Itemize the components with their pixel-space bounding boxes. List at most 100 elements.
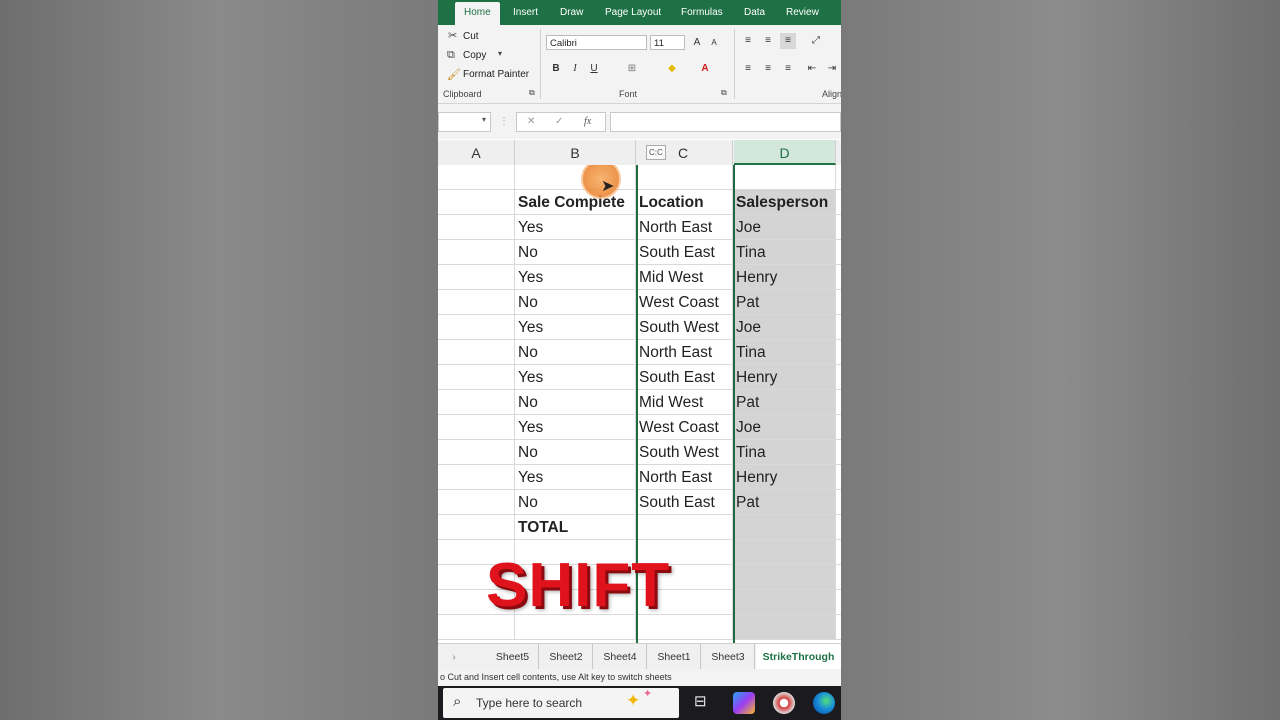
grow-font-icon[interactable]: A — [689, 35, 705, 51]
orientation-icon[interactable]: ⤢ — [808, 33, 824, 49]
table-cell[interactable]: No — [515, 490, 636, 515]
align-top-icon[interactable]: ≡ — [740, 33, 756, 49]
scroll-left-icon[interactable]: › — [444, 644, 464, 670]
grid-cell[interactable] — [836, 565, 841, 590]
insert-function-button[interactable]: fx — [584, 116, 591, 127]
grid-cell[interactable] — [438, 515, 515, 540]
table-cell[interactable]: No — [515, 240, 636, 265]
table-cell[interactable]: Joe — [733, 415, 836, 440]
table-cell[interactable]: Pat — [733, 390, 836, 415]
grid-cell[interactable] — [438, 340, 515, 365]
table-cell[interactable]: Tina — [733, 440, 836, 465]
bold-button[interactable]: B — [548, 61, 564, 77]
table-cell[interactable]: Henry — [733, 265, 836, 290]
align-bottom-icon[interactable]: ≡ — [780, 33, 796, 49]
grid-cell[interactable] — [733, 565, 836, 590]
sheet-tab-sheet1[interactable]: Sheet1 — [648, 644, 701, 670]
table-cell[interactable]: No — [515, 440, 636, 465]
grid-cell[interactable] — [438, 490, 515, 515]
tab-home[interactable]: Home — [455, 2, 500, 25]
table-cell[interactable]: Henry — [733, 365, 836, 390]
worksheet-grid[interactable]: Sale Complete Location Salesperson Yes North… — [438, 165, 841, 643]
sheet-tab-strikethrough[interactable]: StrikeThrough — [756, 644, 841, 672]
table-cell[interactable]: North East — [636, 215, 733, 240]
column-header-a[interactable]: A — [438, 140, 515, 165]
table-cell[interactable]: Pat — [733, 490, 836, 515]
align-center-icon[interactable]: ≡ — [760, 61, 776, 77]
grid-cell[interactable] — [836, 190, 841, 215]
grid-cell[interactable] — [836, 615, 841, 640]
table-cell[interactable]: North East — [636, 340, 733, 365]
grid-cell[interactable] — [733, 165, 836, 190]
font-size-select[interactable]: 11 — [650, 35, 685, 50]
align-middle-icon[interactable]: ≡ — [760, 33, 776, 49]
grid-cell[interactable] — [836, 465, 841, 490]
task-view-icon[interactable]: ⊟ — [694, 692, 707, 710]
cut-button[interactable]: Cut — [463, 31, 479, 42]
grid-cell[interactable] — [438, 215, 515, 240]
cancel-icon[interactable]: ✕ — [527, 116, 535, 127]
tab-page-layout[interactable]: Page Layout — [605, 0, 661, 25]
grid-cell[interactable] — [438, 165, 515, 190]
table-cell[interactable]: South East — [636, 490, 733, 515]
copilot-icon[interactable] — [733, 692, 755, 714]
grid-cell[interactable] — [733, 615, 836, 640]
table-cell[interactable]: Yes — [515, 315, 636, 340]
name-box[interactable]: ▾ — [438, 112, 491, 132]
grid-cell[interactable] — [438, 265, 515, 290]
font-color-icon[interactable]: A — [697, 61, 713, 77]
copy-button[interactable]: Copy — [463, 50, 486, 61]
table-cell[interactable]: Yes — [515, 365, 636, 390]
edge-browser-icon[interactable] — [813, 692, 835, 714]
table-cell[interactable]: Tina — [733, 340, 836, 365]
table-cell[interactable]: South West — [636, 315, 733, 340]
format-painter-button[interactable]: Format Painter — [463, 69, 529, 80]
table-cell[interactable]: West Coast — [636, 290, 733, 315]
grid-cell[interactable] — [836, 390, 841, 415]
table-cell[interactable]: Henry — [733, 465, 836, 490]
grid-cell[interactable] — [836, 515, 841, 540]
table-cell[interactable]: Joe — [733, 315, 836, 340]
table-header-cell[interactable]: Salesperson — [733, 190, 836, 215]
table-cell[interactable]: South East — [636, 240, 733, 265]
table-cell[interactable]: No — [515, 390, 636, 415]
table-cell[interactable]: Pat — [733, 290, 836, 315]
fill-color-icon[interactable]: ◆ — [664, 61, 680, 77]
grid-cell[interactable] — [438, 240, 515, 265]
grid-cell[interactable] — [438, 415, 515, 440]
table-cell[interactable]: South East — [636, 365, 733, 390]
table-cell[interactable]: Tina — [733, 240, 836, 265]
decrease-indent-icon[interactable]: ⇤ — [804, 61, 820, 77]
sheet-tab-sheet3[interactable]: Sheet3 — [702, 644, 755, 670]
grid-cell[interactable] — [636, 515, 733, 540]
table-cell[interactable]: Mid West — [636, 390, 733, 415]
table-header-cell[interactable]: Location — [636, 190, 733, 215]
table-cell[interactable]: No — [515, 290, 636, 315]
chevron-down-icon[interactable]: ▾ — [498, 49, 502, 58]
underline-button[interactable]: U — [586, 61, 602, 77]
grid-cell[interactable] — [733, 590, 836, 615]
tab-review[interactable]: Review — [786, 0, 819, 25]
grid-cell[interactable] — [438, 465, 515, 490]
grid-cell[interactable] — [836, 440, 841, 465]
column-header-b[interactable]: B — [515, 140, 636, 165]
table-cell[interactable]: Joe — [733, 215, 836, 240]
table-cell[interactable]: Yes — [515, 465, 636, 490]
table-cell[interactable]: Mid West — [636, 265, 733, 290]
table-cell[interactable]: Yes — [515, 265, 636, 290]
grid-cell[interactable] — [438, 315, 515, 340]
table-cell[interactable]: South West — [636, 440, 733, 465]
increase-indent-icon[interactable]: ⇥ — [824, 61, 840, 77]
table-cell[interactable]: Yes — [515, 415, 636, 440]
sheet-tab-sheet4[interactable]: Sheet4 — [594, 644, 647, 670]
grid-cell[interactable] — [836, 590, 841, 615]
grid-cell[interactable] — [836, 240, 841, 265]
grid-cell[interactable] — [438, 190, 515, 215]
table-header-cell[interactable]: Sale Complete — [515, 190, 636, 215]
grid-cell[interactable] — [438, 290, 515, 315]
column-header-d[interactable]: D — [734, 140, 836, 165]
dialog-launcher-icon[interactable]: ⧉ — [721, 88, 727, 98]
grid-cell[interactable] — [836, 340, 841, 365]
tab-insert[interactable]: Insert — [513, 0, 538, 25]
grid-cell[interactable] — [836, 365, 841, 390]
